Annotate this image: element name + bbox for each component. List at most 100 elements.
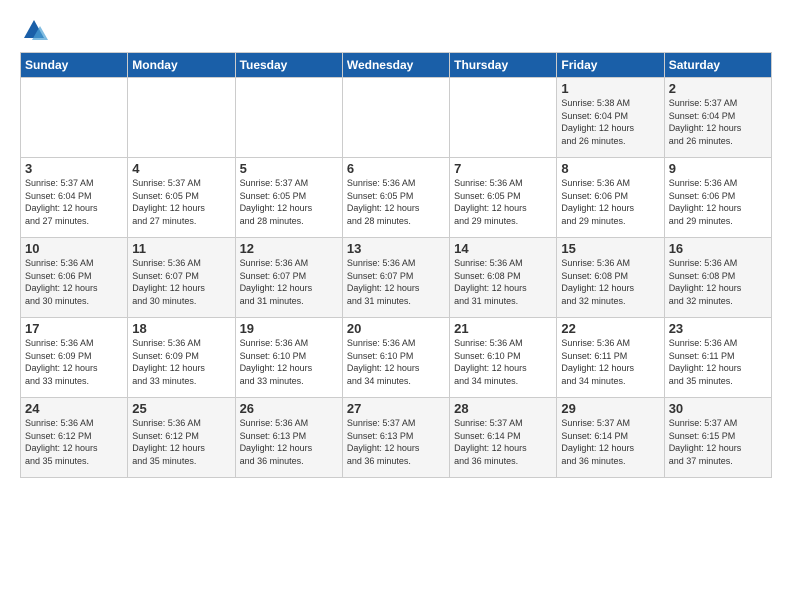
col-header-monday: Monday <box>128 53 235 78</box>
day-number: 20 <box>347 321 445 336</box>
day-cell <box>342 78 449 158</box>
day-number: 18 <box>132 321 230 336</box>
day-number: 22 <box>561 321 659 336</box>
col-header-sunday: Sunday <box>21 53 128 78</box>
day-number: 25 <box>132 401 230 416</box>
day-number: 26 <box>240 401 338 416</box>
day-info: Sunrise: 5:36 AM Sunset: 6:10 PM Dayligh… <box>454 337 552 387</box>
day-info: Sunrise: 5:36 AM Sunset: 6:08 PM Dayligh… <box>669 257 767 307</box>
col-header-wednesday: Wednesday <box>342 53 449 78</box>
day-cell: 6Sunrise: 5:36 AM Sunset: 6:05 PM Daylig… <box>342 158 449 238</box>
day-info: Sunrise: 5:36 AM Sunset: 6:11 PM Dayligh… <box>561 337 659 387</box>
day-info: Sunrise: 5:37 AM Sunset: 6:04 PM Dayligh… <box>25 177 123 227</box>
day-cell: 5Sunrise: 5:37 AM Sunset: 6:05 PM Daylig… <box>235 158 342 238</box>
day-cell: 25Sunrise: 5:36 AM Sunset: 6:12 PM Dayli… <box>128 398 235 478</box>
day-cell: 30Sunrise: 5:37 AM Sunset: 6:15 PM Dayli… <box>664 398 771 478</box>
day-info: Sunrise: 5:37 AM Sunset: 6:15 PM Dayligh… <box>669 417 767 467</box>
day-cell: 21Sunrise: 5:36 AM Sunset: 6:10 PM Dayli… <box>450 318 557 398</box>
day-info: Sunrise: 5:36 AM Sunset: 6:07 PM Dayligh… <box>240 257 338 307</box>
page: SundayMondayTuesdayWednesdayThursdayFrid… <box>0 0 792 488</box>
day-cell: 12Sunrise: 5:36 AM Sunset: 6:07 PM Dayli… <box>235 238 342 318</box>
day-number: 1 <box>561 81 659 96</box>
day-number: 21 <box>454 321 552 336</box>
day-number: 28 <box>454 401 552 416</box>
col-header-thursday: Thursday <box>450 53 557 78</box>
day-cell: 3Sunrise: 5:37 AM Sunset: 6:04 PM Daylig… <box>21 158 128 238</box>
day-info: Sunrise: 5:36 AM Sunset: 6:05 PM Dayligh… <box>347 177 445 227</box>
day-cell: 27Sunrise: 5:37 AM Sunset: 6:13 PM Dayli… <box>342 398 449 478</box>
day-cell: 29Sunrise: 5:37 AM Sunset: 6:14 PM Dayli… <box>557 398 664 478</box>
day-info: Sunrise: 5:36 AM Sunset: 6:05 PM Dayligh… <box>454 177 552 227</box>
day-cell <box>128 78 235 158</box>
day-number: 17 <box>25 321 123 336</box>
day-cell: 28Sunrise: 5:37 AM Sunset: 6:14 PM Dayli… <box>450 398 557 478</box>
day-info: Sunrise: 5:36 AM Sunset: 6:11 PM Dayligh… <box>669 337 767 387</box>
col-header-tuesday: Tuesday <box>235 53 342 78</box>
day-number: 23 <box>669 321 767 336</box>
day-cell: 2Sunrise: 5:37 AM Sunset: 6:04 PM Daylig… <box>664 78 771 158</box>
day-info: Sunrise: 5:37 AM Sunset: 6:04 PM Dayligh… <box>669 97 767 147</box>
day-cell: 4Sunrise: 5:37 AM Sunset: 6:05 PM Daylig… <box>128 158 235 238</box>
day-info: Sunrise: 5:36 AM Sunset: 6:10 PM Dayligh… <box>240 337 338 387</box>
day-info: Sunrise: 5:37 AM Sunset: 6:05 PM Dayligh… <box>240 177 338 227</box>
day-number: 8 <box>561 161 659 176</box>
day-info: Sunrise: 5:36 AM Sunset: 6:06 PM Dayligh… <box>669 177 767 227</box>
day-cell <box>235 78 342 158</box>
day-cell: 26Sunrise: 5:36 AM Sunset: 6:13 PM Dayli… <box>235 398 342 478</box>
week-row-4: 17Sunrise: 5:36 AM Sunset: 6:09 PM Dayli… <box>21 318 772 398</box>
header-row: SundayMondayTuesdayWednesdayThursdayFrid… <box>21 53 772 78</box>
week-row-5: 24Sunrise: 5:36 AM Sunset: 6:12 PM Dayli… <box>21 398 772 478</box>
day-number: 19 <box>240 321 338 336</box>
day-cell <box>21 78 128 158</box>
day-info: Sunrise: 5:36 AM Sunset: 6:07 PM Dayligh… <box>132 257 230 307</box>
day-info: Sunrise: 5:36 AM Sunset: 6:08 PM Dayligh… <box>454 257 552 307</box>
day-number: 16 <box>669 241 767 256</box>
day-cell: 17Sunrise: 5:36 AM Sunset: 6:09 PM Dayli… <box>21 318 128 398</box>
col-header-saturday: Saturday <box>664 53 771 78</box>
day-info: Sunrise: 5:36 AM Sunset: 6:10 PM Dayligh… <box>347 337 445 387</box>
week-row-2: 3Sunrise: 5:37 AM Sunset: 6:04 PM Daylig… <box>21 158 772 238</box>
day-cell: 10Sunrise: 5:36 AM Sunset: 6:06 PM Dayli… <box>21 238 128 318</box>
day-cell: 24Sunrise: 5:36 AM Sunset: 6:12 PM Dayli… <box>21 398 128 478</box>
day-cell: 22Sunrise: 5:36 AM Sunset: 6:11 PM Dayli… <box>557 318 664 398</box>
day-number: 27 <box>347 401 445 416</box>
day-cell: 1Sunrise: 5:38 AM Sunset: 6:04 PM Daylig… <box>557 78 664 158</box>
day-number: 9 <box>669 161 767 176</box>
day-number: 2 <box>669 81 767 96</box>
day-cell: 14Sunrise: 5:36 AM Sunset: 6:08 PM Dayli… <box>450 238 557 318</box>
day-info: Sunrise: 5:36 AM Sunset: 6:07 PM Dayligh… <box>347 257 445 307</box>
day-number: 10 <box>25 241 123 256</box>
day-info: Sunrise: 5:36 AM Sunset: 6:12 PM Dayligh… <box>25 417 123 467</box>
col-header-friday: Friday <box>557 53 664 78</box>
day-info: Sunrise: 5:36 AM Sunset: 6:06 PM Dayligh… <box>25 257 123 307</box>
day-number: 14 <box>454 241 552 256</box>
day-cell: 15Sunrise: 5:36 AM Sunset: 6:08 PM Dayli… <box>557 238 664 318</box>
day-info: Sunrise: 5:37 AM Sunset: 6:14 PM Dayligh… <box>454 417 552 467</box>
day-info: Sunrise: 5:37 AM Sunset: 6:13 PM Dayligh… <box>347 417 445 467</box>
day-info: Sunrise: 5:36 AM Sunset: 6:12 PM Dayligh… <box>132 417 230 467</box>
day-cell: 20Sunrise: 5:36 AM Sunset: 6:10 PM Dayli… <box>342 318 449 398</box>
day-info: Sunrise: 5:36 AM Sunset: 6:09 PM Dayligh… <box>132 337 230 387</box>
header <box>20 16 772 44</box>
day-info: Sunrise: 5:37 AM Sunset: 6:14 PM Dayligh… <box>561 417 659 467</box>
day-cell: 8Sunrise: 5:36 AM Sunset: 6:06 PM Daylig… <box>557 158 664 238</box>
day-cell: 23Sunrise: 5:36 AM Sunset: 6:11 PM Dayli… <box>664 318 771 398</box>
week-row-1: 1Sunrise: 5:38 AM Sunset: 6:04 PM Daylig… <box>21 78 772 158</box>
logo <box>20 16 52 44</box>
day-info: Sunrise: 5:36 AM Sunset: 6:08 PM Dayligh… <box>561 257 659 307</box>
logo-icon <box>20 16 48 44</box>
day-info: Sunrise: 5:38 AM Sunset: 6:04 PM Dayligh… <box>561 97 659 147</box>
day-info: Sunrise: 5:36 AM Sunset: 6:06 PM Dayligh… <box>561 177 659 227</box>
day-number: 11 <box>132 241 230 256</box>
day-cell <box>450 78 557 158</box>
week-row-3: 10Sunrise: 5:36 AM Sunset: 6:06 PM Dayli… <box>21 238 772 318</box>
day-cell: 13Sunrise: 5:36 AM Sunset: 6:07 PM Dayli… <box>342 238 449 318</box>
day-number: 6 <box>347 161 445 176</box>
day-info: Sunrise: 5:36 AM Sunset: 6:09 PM Dayligh… <box>25 337 123 387</box>
day-number: 4 <box>132 161 230 176</box>
day-number: 29 <box>561 401 659 416</box>
calendar-table: SundayMondayTuesdayWednesdayThursdayFrid… <box>20 52 772 478</box>
day-number: 12 <box>240 241 338 256</box>
day-info: Sunrise: 5:36 AM Sunset: 6:13 PM Dayligh… <box>240 417 338 467</box>
day-cell: 9Sunrise: 5:36 AM Sunset: 6:06 PM Daylig… <box>664 158 771 238</box>
